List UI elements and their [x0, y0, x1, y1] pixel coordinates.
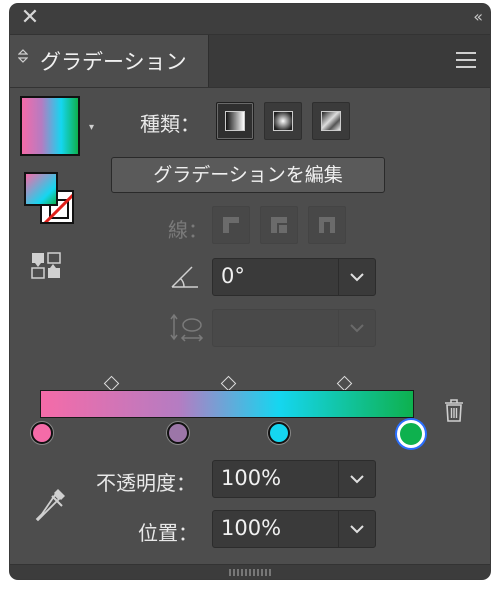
location-dropdown[interactable]	[338, 511, 375, 547]
tab-title: グラデーション	[40, 50, 187, 74]
eyedropper-icon[interactable]	[34, 486, 68, 530]
midpoint-diamond-3[interactable]	[336, 375, 353, 392]
stroke-label: 線：	[168, 218, 208, 242]
color-stop-cyan[interactable]	[268, 422, 290, 444]
angle-dropdown[interactable]	[338, 259, 375, 295]
chevron-down-icon	[350, 273, 364, 282]
tab-gradient[interactable]: グラデーション	[10, 35, 209, 87]
chevron-down-icon	[350, 324, 364, 333]
opacity-dropdown[interactable]	[338, 461, 375, 497]
resize-grip-icon[interactable]	[229, 569, 271, 576]
edit-gradient-button[interactable]: グラデーションを編集	[111, 157, 385, 193]
stroke-along-icon	[269, 215, 289, 235]
panel-resize-bar[interactable]	[10, 564, 490, 579]
gradient-swatch[interactable]	[20, 96, 80, 156]
aspect-ratio-dropdown[interactable]	[338, 310, 375, 346]
gradient-slider-bar[interactable]	[40, 390, 414, 418]
opacity-label: 不透明度：	[96, 471, 196, 495]
linear-gradient-icon	[225, 111, 245, 131]
opacity-field[interactable]: 100%	[212, 460, 376, 498]
midpoint-diamond-1[interactable]	[103, 375, 120, 392]
chevron-down-icon	[350, 525, 364, 534]
tab-options-toggle-icon[interactable]	[17, 49, 29, 66]
location-value[interactable]: 100%	[221, 516, 281, 540]
collapse-panel-icon[interactable]: ‹‹	[473, 7, 483, 26]
stroke-gradient-along-button[interactable]	[260, 206, 298, 244]
angle-icon	[170, 263, 200, 293]
close-icon[interactable]: ✕	[18, 6, 42, 30]
stroke-gradient-within-button[interactable]	[212, 206, 250, 244]
aspect-ratio-field[interactable]	[212, 309, 376, 347]
opacity-value[interactable]: 100%	[221, 466, 281, 490]
angle-value[interactable]: 0°	[221, 264, 245, 288]
midpoint-diamond-2[interactable]	[220, 375, 237, 392]
location-field[interactable]: 100%	[212, 510, 376, 548]
color-stop-green-selected[interactable]	[397, 420, 425, 448]
tab-row: グラデーション	[10, 35, 490, 88]
location-label: 位置：	[138, 521, 198, 545]
fill-swatch[interactable]	[24, 172, 58, 206]
stroke-within-icon	[221, 215, 241, 235]
aspect-ratio-icon	[170, 312, 204, 346]
swatch-dropdown-icon[interactable]: ▾	[89, 122, 94, 133]
color-stop-purple[interactable]	[167, 422, 189, 444]
color-stop-pink[interactable]	[31, 422, 53, 444]
chevron-down-icon	[350, 475, 364, 484]
swap-fill-stroke-icon[interactable]	[30, 251, 64, 285]
panel-titlebar: ✕ ‹‹	[10, 4, 490, 35]
radial-gradient-icon	[273, 111, 293, 131]
stroke-gradient-across-button[interactable]	[308, 206, 346, 244]
stroke-across-icon	[317, 215, 337, 235]
trash-icon[interactable]	[443, 398, 465, 426]
freeform-gradient-icon	[321, 111, 341, 131]
freeform-gradient-button[interactable]	[312, 102, 350, 140]
linear-gradient-button[interactable]	[216, 102, 254, 140]
radial-gradient-button[interactable]	[264, 102, 302, 140]
angle-field[interactable]: 0°	[212, 258, 376, 296]
gradient-panel: ✕ ‹‹ グラデーション ▾ 種類： グラデーションを編集 線： 0° 不透明度…	[10, 4, 490, 579]
type-label: 種類：	[140, 112, 200, 136]
panel-menu-icon[interactable]	[456, 52, 476, 68]
